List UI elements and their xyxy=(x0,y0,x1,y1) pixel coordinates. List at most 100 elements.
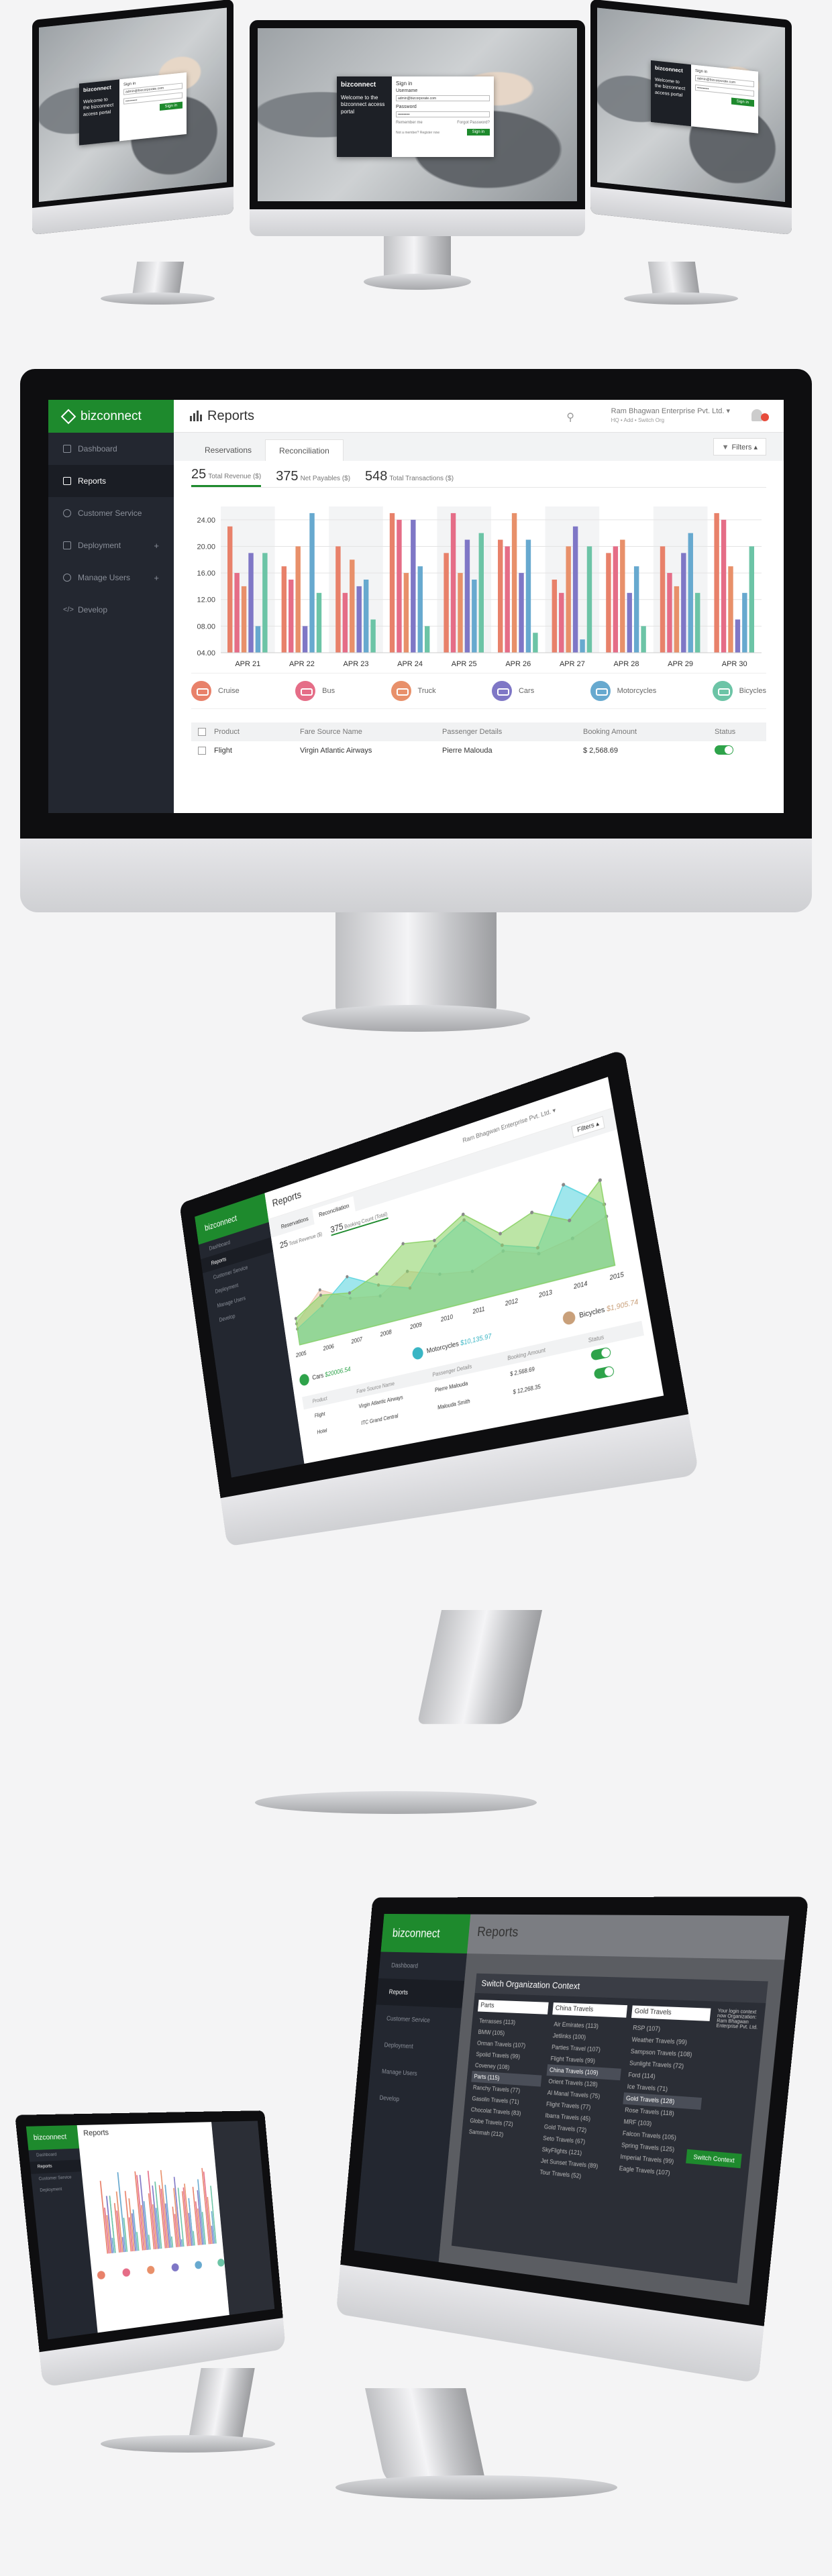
bar-bicycles[interactable] xyxy=(749,546,754,653)
bar-cars[interactable] xyxy=(681,553,686,653)
bar-cruise[interactable] xyxy=(660,546,666,653)
org-switcher[interactable]: Ram Bhagwan Enterprise Pvt. Ltd. ▾ HQ • … xyxy=(611,407,730,425)
bar-motorcycles[interactable] xyxy=(742,592,747,653)
bar-cruise[interactable] xyxy=(606,553,611,653)
sidebar-item-customer-service[interactable]: Customer Service xyxy=(48,497,174,529)
filters-button[interactable]: Filters ▴ xyxy=(571,1116,605,1138)
bar-truck[interactable] xyxy=(350,559,355,653)
bar-cruise[interactable] xyxy=(335,546,341,653)
register-link[interactable]: Not a member? Register now xyxy=(396,131,439,135)
legend-cruise[interactable]: Cruise xyxy=(191,681,240,701)
sidebar-item-deployment[interactable]: Deployment + xyxy=(48,529,174,561)
stat-total-revenue[interactable]: 25 Total Revenue ($) xyxy=(191,467,262,487)
status-toggle[interactable] xyxy=(593,1365,615,1380)
bar-bus[interactable] xyxy=(505,546,510,653)
bar-cars[interactable] xyxy=(356,586,362,653)
bar-motorcycles[interactable] xyxy=(309,513,315,653)
search-icon[interactable]: ⚲ xyxy=(566,411,574,424)
bar-cruise[interactable] xyxy=(389,513,395,653)
bar-truck[interactable] xyxy=(674,586,680,653)
legend-motorcycles[interactable]: Motorcycles xyxy=(590,681,656,701)
bar-cruise[interactable] xyxy=(714,513,719,653)
sidebar-item-develop[interactable]: </> Develop xyxy=(48,594,174,626)
bar-bicycles[interactable] xyxy=(586,546,592,653)
bar-bus[interactable] xyxy=(721,519,727,653)
bar-bicycles[interactable] xyxy=(478,533,484,653)
column-header[interactable]: Fare Source Name xyxy=(300,728,442,736)
signin-button[interactable]: Sign in xyxy=(159,101,183,111)
bar-motorcycles[interactable] xyxy=(688,533,693,653)
stat-net-payables[interactable]: 375 Net Payables ($) xyxy=(276,469,350,487)
bar-bus[interactable] xyxy=(289,580,294,653)
legend-bicycles[interactable]: Bicycles $1,905.74 xyxy=(562,1295,639,1326)
stat-total-transactions[interactable]: 548 Total Transactions ($) xyxy=(365,469,454,487)
tab-reservations[interactable]: Reservations xyxy=(191,439,265,461)
expand-plus-icon[interactable]: + xyxy=(154,573,159,583)
legend-bicycles[interactable]: Bicycles xyxy=(712,681,766,701)
bar-bus[interactable] xyxy=(397,519,402,653)
bar-cars[interactable] xyxy=(735,619,741,653)
bar-bicycles[interactable] xyxy=(262,553,268,653)
bar-motorcycles[interactable] xyxy=(255,626,261,653)
bar-bus[interactable] xyxy=(450,513,456,653)
bar-truck[interactable] xyxy=(566,546,571,653)
bar-truck[interactable] xyxy=(620,539,625,653)
org-search-input[interactable]: China Travels xyxy=(552,2002,628,2018)
sidebar-item-develop[interactable]: Develop xyxy=(367,2084,455,2117)
bar-bus[interactable] xyxy=(613,546,619,653)
legend-truck[interactable]: Truck xyxy=(391,681,436,701)
bar-motorcycles[interactable] xyxy=(417,566,423,653)
sidebar-item-deployment[interactable]: Deployment xyxy=(32,2183,84,2198)
bar-cars[interactable] xyxy=(627,592,632,653)
bar-bus[interactable] xyxy=(667,573,672,653)
bar-truck[interactable] xyxy=(511,513,517,653)
column-header[interactable]: Booking Amount xyxy=(583,728,715,736)
tab-reconciliation[interactable]: Reconciliation xyxy=(265,439,344,461)
status-toggle[interactable] xyxy=(590,1346,611,1361)
bar-cruise[interactable] xyxy=(498,539,503,653)
password-field[interactable]: •••••••••• xyxy=(396,111,490,117)
bar-motorcycles[interactable] xyxy=(472,580,477,653)
bar-bus[interactable] xyxy=(234,573,240,653)
forgot-password-link[interactable]: Forgot Password? xyxy=(457,121,490,125)
bar-motorcycles[interactable] xyxy=(633,566,639,653)
legend-motorcycles[interactable]: Motorcycles $10,135.97 xyxy=(411,1330,493,1360)
legend-cars[interactable]: Cars xyxy=(491,681,534,701)
username-field[interactable]: admin@bizcorporate.com xyxy=(396,95,490,101)
sidebar-item-reports[interactable]: Reports xyxy=(376,1978,465,2008)
sidebar-item-dashboard[interactable]: Dashboard xyxy=(378,1952,467,1981)
bar-bicycles[interactable] xyxy=(316,592,322,653)
bar-motorcycles[interactable] xyxy=(580,639,585,653)
signin-button[interactable]: Sign in xyxy=(731,97,754,107)
brand-logo[interactable]: bizconnect xyxy=(25,2125,80,2151)
bar-truck[interactable] xyxy=(241,586,247,653)
bar-cars[interactable] xyxy=(248,553,254,653)
legend-cars[interactable]: Cars $20006.54 xyxy=(299,1363,352,1387)
column-header[interactable]: Status xyxy=(715,728,766,736)
sidebar-item-customer-service[interactable]: Customer Service xyxy=(374,2004,462,2035)
org-search-input[interactable]: Gold Travels xyxy=(631,2005,711,2021)
bar-cruise[interactable] xyxy=(444,553,449,653)
bar-motorcycles[interactable] xyxy=(363,580,369,653)
legend-bus[interactable]: Bus xyxy=(295,681,335,701)
bar-truck[interactable] xyxy=(403,573,409,653)
notification-bell-icon[interactable] xyxy=(751,409,769,424)
bar-bicycles[interactable] xyxy=(424,626,430,653)
sidebar-item-manage-users[interactable]: Manage Users + xyxy=(48,561,174,594)
bar-bicycles[interactable] xyxy=(694,592,700,653)
column-header[interactable]: Product xyxy=(214,728,300,736)
bar-bicycles[interactable] xyxy=(533,633,538,653)
bar-cruise[interactable] xyxy=(281,566,287,653)
table-row[interactable]: Flight Virgin Atlantic Airways Pierre Ma… xyxy=(191,741,766,760)
select-all-checkbox[interactable] xyxy=(198,728,206,736)
bar-cruise[interactable] xyxy=(227,526,233,653)
status-toggle[interactable] xyxy=(715,745,733,755)
bar-bus[interactable] xyxy=(342,592,348,653)
bar-cars[interactable] xyxy=(302,626,308,653)
bar-truck[interactable] xyxy=(728,566,733,653)
row-checkbox[interactable] xyxy=(198,747,206,755)
bar-bicycles[interactable] xyxy=(641,626,646,653)
expand-plus-icon[interactable]: + xyxy=(154,541,159,551)
sidebar-item-reports[interactable]: Reports xyxy=(48,465,174,497)
filters-button[interactable]: ▼ Filters ▴ xyxy=(713,438,766,455)
